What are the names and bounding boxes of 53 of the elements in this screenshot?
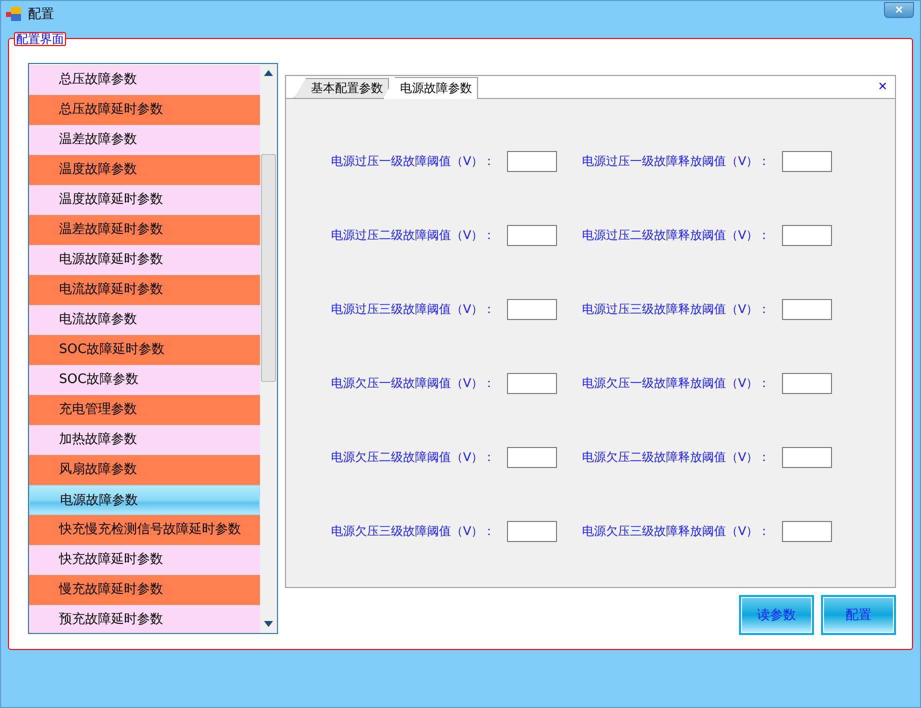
field-label: 电源欠压一级故障阈值（V）： [331,375,496,392]
field-label: 电源欠压三级故障阈值（V）： [331,523,496,540]
input-field[interactable] [507,299,557,320]
list-item[interactable]: 温度故障延时参数 [29,185,260,215]
window-title: 配置 [28,6,54,23]
list-item[interactable]: 预充故障延时参数 [29,605,260,633]
list-item[interactable]: 快充故障延时参数 [29,545,260,575]
list-item[interactable]: SOC故障延时参数 [29,335,260,365]
input-field[interactable] [507,521,557,542]
list-item[interactable]: 电流故障延时参数 [29,275,260,305]
input-field[interactable] [782,299,832,320]
tab[interactable]: 基本配置参数 [294,78,389,98]
group-label: 配置界面 [14,32,66,46]
list-item[interactable]: 快充慢充检测信号故障延时参数 [29,515,260,545]
field-label: 电源过压一级故障释放阈值（V）： [582,153,772,170]
list-item[interactable]: 充电管理参数 [29,395,260,425]
close-tab-button[interactable]: × [878,79,887,94]
tab[interactable]: 电源故障参数 [383,77,478,99]
input-field[interactable] [782,151,832,172]
list-item[interactable]: 温差故障参数 [29,125,260,155]
input-field[interactable] [507,447,557,468]
app-icon [6,7,22,21]
list-item[interactable]: 电源故障延时参数 [29,245,260,275]
list-item[interactable]: 加热故障参数 [29,425,260,455]
field-label: 电源过压二级故障阈值（V）： [331,227,496,244]
list-item[interactable]: 慢充故障延时参数 [29,575,260,605]
field-label: 电源欠压三级故障释放阈值（V）： [582,523,772,540]
scroll-thumb[interactable] [261,154,276,382]
field-label: 电源欠压一级故障释放阈值（V）： [582,375,772,392]
scroll-down-icon[interactable] [264,621,273,627]
input-field[interactable] [507,151,557,172]
field-label: 电源欠压二级故障释放阈值（V）： [582,449,772,466]
list-item[interactable]: 风扇故障参数 [29,455,260,485]
input-field[interactable] [782,447,832,468]
input-field[interactable] [782,521,832,542]
field-label: 电源过压二级故障释放阈值（V）： [582,227,772,244]
list-item[interactable]: 电流故障参数 [29,305,260,335]
input-field[interactable] [782,373,832,394]
list-item[interactable]: 电源故障参数 [29,485,260,515]
input-field[interactable] [507,373,557,394]
list-item[interactable]: SOC故障参数 [29,365,260,395]
list-item[interactable]: 温差故障延时参数 [29,215,260,245]
scroll-up-icon[interactable] [264,70,273,76]
list-item[interactable]: 总压故障参数 [29,65,260,95]
field-label: 电源欠压二级故障阈值（V）： [331,449,496,466]
list-item[interactable]: 总压故障延时参数 [29,95,260,125]
input-field[interactable] [782,225,832,246]
field-label: 电源过压一级故障阈值（V）： [331,153,496,170]
list-item[interactable]: 温度故障参数 [29,155,260,185]
field-label: 电源过压三级故障释放阈值（V）： [582,301,772,318]
field-label: 电源过压三级故障阈值（V）： [331,301,496,318]
scrollbar[interactable] [260,64,277,633]
input-field[interactable] [507,225,557,246]
